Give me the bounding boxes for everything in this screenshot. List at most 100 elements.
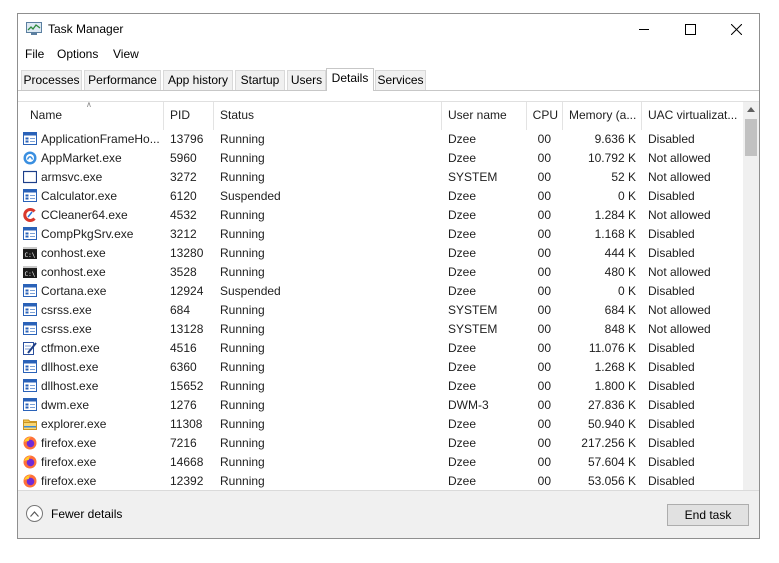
table-row[interactable]: firefox.exe 12392 Running Dzee 00 53.056 K Dis… (18, 472, 743, 491)
column-header-memory[interactable]: Memory (a... (563, 102, 642, 130)
table-row[interactable]: CompPkgSrv.exe 3212 Running Dzee 00 1.168 K Di… (18, 225, 743, 244)
table-row[interactable]: C:\ conhost.exe 3528 Running Dzee 00 480 K Not … (18, 263, 743, 282)
process-memory: 1.168 K (594, 227, 636, 241)
process-uac: Not allowed (648, 265, 711, 279)
process-cpu: 00 (537, 455, 551, 469)
process-name: conhost.exe (41, 246, 106, 260)
table-row[interactable]: firefox.exe 7216 Running Dzee 00 217.256 K Dis… (18, 434, 743, 453)
blank-window-icon (22, 170, 38, 184)
close-icon (730, 23, 742, 35)
maximize-button[interactable] (667, 14, 713, 44)
process-name: ApplicationFrameHo... (41, 132, 159, 146)
app-window-icon (23, 132, 37, 146)
table-row[interactable]: explorer.exe 11308 Running Dzee 00 50.940 K Di… (18, 415, 743, 434)
column-header-cpu[interactable]: CPU (527, 102, 563, 130)
process-status: Running (220, 360, 265, 374)
process-uac: Not allowed (648, 151, 711, 165)
console-icon: C:\ (23, 265, 37, 279)
process-cpu: 00 (537, 151, 551, 165)
column-header-uac[interactable]: UAC virtualizat... (642, 102, 743, 130)
column-header-status[interactable]: Status (214, 102, 442, 130)
table-row[interactable]: Calculator.exe 6120 Suspended Dzee 00 0 K Disa… (18, 187, 743, 206)
process-status: Running (220, 227, 265, 241)
process-status: Suspended (220, 189, 281, 203)
table-row[interactable]: armsvc.exe 3272 Running SYSTEM 00 52 K Not all… (18, 168, 743, 187)
process-uac: Not allowed (648, 303, 711, 317)
tab-startup[interactable]: Startup (235, 70, 285, 90)
process-memory: 9.636 K (594, 132, 636, 146)
column-header-pid[interactable]: PID (164, 102, 214, 130)
process-pid: 12392 (170, 474, 204, 488)
firefox-icon (23, 474, 37, 488)
task-manager-window: Task Manager File Options View Processes… (17, 13, 760, 539)
process-name: conhost.exe (41, 265, 106, 279)
app-window-icon (23, 303, 37, 317)
tab-users[interactable]: Users (287, 70, 326, 90)
menu-options[interactable]: Options (57, 47, 98, 61)
process-cpu: 00 (537, 398, 551, 412)
menu-file[interactable]: File (25, 47, 44, 61)
table-row[interactable]: dwm.exe 1276 Running DWM-3 00 27.836 K Disable… (18, 396, 743, 415)
app-window-icon (23, 189, 37, 203)
process-name: ctfmon.exe (41, 341, 100, 355)
maximize-icon (684, 23, 696, 35)
tab-app-history[interactable]: App history (163, 70, 233, 90)
process-pid: 4516 (170, 341, 197, 355)
table-row[interactable]: ctfmon.exe 4516 Running Dzee 00 11.076 K Disab… (18, 339, 743, 358)
process-cpu: 00 (537, 322, 551, 336)
process-name: dllhost.exe (41, 360, 99, 374)
vertical-scrollbar[interactable] (743, 102, 759, 491)
fewer-details-link[interactable]: Fewer details (26, 505, 122, 522)
title-bar[interactable]: Task Manager (18, 14, 759, 44)
process-user: Dzee (448, 189, 477, 203)
end-task-button[interactable]: End task (667, 504, 749, 526)
table-row[interactable]: csrss.exe 13128 Running SYSTEM 00 848 K Not al… (18, 320, 743, 339)
table-row[interactable]: dllhost.exe 15652 Running Dzee 00 1.800 K Disa… (18, 377, 743, 396)
app-window-icon (23, 379, 37, 393)
table-row[interactable]: C:\ conhost.exe 13280 Running Dzee 00 444 K Dis… (18, 244, 743, 263)
tab-performance[interactable]: Performance (84, 70, 161, 90)
minimize-button[interactable] (621, 14, 667, 44)
process-pid: 13128 (170, 322, 204, 336)
scrollbar-thumb[interactable] (745, 119, 757, 156)
process-pid: 14668 (170, 455, 204, 469)
app-window-icon (23, 284, 37, 298)
process-pid: 13280 (170, 246, 204, 260)
process-uac: Disabled (648, 398, 695, 412)
process-cpu: 00 (537, 170, 551, 184)
process-cpu: 00 (537, 265, 551, 279)
process-memory: 50.940 K (587, 417, 636, 431)
column-header-user-name[interactable]: User name (442, 102, 527, 130)
process-cpu: 00 (537, 189, 551, 203)
process-user: Dzee (448, 132, 477, 146)
process-uac: Disabled (648, 246, 695, 260)
menu-view[interactable]: View (113, 47, 139, 61)
process-uac: Disabled (648, 189, 695, 203)
table-row[interactable]: ApplicationFrameHo... 13796 Running Dzee 00 9… (18, 130, 743, 149)
sort-ascending-icon: ∧ (86, 102, 92, 109)
firefox-icon (23, 436, 37, 450)
process-status: Running (220, 455, 265, 469)
tab-processes[interactable]: Processes (21, 70, 82, 90)
table-row[interactable]: firefox.exe 14668 Running Dzee 00 57.604 K Dis… (18, 453, 743, 472)
process-status: Suspended (220, 284, 281, 298)
table-row[interactable]: CCleaner64.exe 4532 Running Dzee 00 1.284 K No… (18, 206, 743, 225)
process-user: Dzee (448, 360, 477, 374)
close-button[interactable] (713, 14, 759, 44)
tab-details[interactable]: Details (326, 68, 374, 91)
process-pid: 6120 (170, 189, 197, 203)
process-status: Running (220, 170, 265, 184)
process-memory: 0 K (617, 284, 636, 298)
tab-strip: Processes Performance App history Startu… (18, 68, 759, 91)
app-window-icon (23, 360, 37, 374)
column-header-name[interactable]: ∧ Name (18, 102, 164, 130)
table-row[interactable]: AppMarket.exe 5960 Running Dzee 00 10.792 K No… (18, 149, 743, 168)
process-status: Running (220, 151, 265, 165)
tab-services[interactable]: Services (375, 70, 426, 90)
process-cpu: 00 (537, 436, 551, 450)
table-row[interactable]: dllhost.exe 6360 Running Dzee 00 1.268 K Disab… (18, 358, 743, 377)
table-row[interactable]: Cortana.exe 12924 Suspended Dzee 00 0 K Disabl… (18, 282, 743, 301)
table-row[interactable]: csrss.exe 684 Running SYSTEM 00 684 K Not allo… (18, 301, 743, 320)
process-pid: 6360 (170, 360, 197, 374)
scroll-up-icon[interactable] (747, 107, 755, 112)
